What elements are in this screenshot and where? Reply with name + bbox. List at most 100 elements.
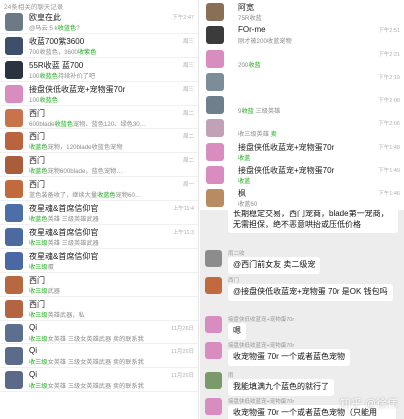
- chat-list-item[interactable]: 接盘侠低收蓝宠+宠物蛋70r 收蓝 下午1:48: [200, 140, 404, 163]
- preview-text: 100: [29, 96, 40, 104]
- sender-avatar[interactable]: [205, 342, 222, 359]
- timestamp: 11月26日: [171, 349, 194, 356]
- keyword-highlight: 收紫色: [77, 48, 97, 56]
- message-preview: 收三级英雄武器，私: [29, 310, 196, 319]
- search-result-row[interactable]: 西门 收蓝色宠物，120blade收蓝色宠物 周二: [0, 129, 198, 154]
- search-result-row[interactable]: 接盘侠低收蓝宠+宠物蛋70r 100收蓝色 周三: [0, 82, 198, 106]
- search-result-row[interactable]: 欧皇在此 @马云 5 k收蓝色? 下午2:47: [0, 10, 198, 34]
- chat-name: Qi: [29, 322, 37, 332]
- avatar: [206, 26, 224, 45]
- avatar: [5, 204, 23, 223]
- avatar: [206, 166, 224, 185]
- avatar: [5, 275, 23, 294]
- group-chat-panel: 长期稳定交易，西门宠商，blade第一宠商，无需担保，绝不恶意哄抬或压低价格 雨…: [200, 210, 404, 419]
- sender-name: 接盘侠低收蓝宠+宠物蛋70r: [228, 399, 295, 405]
- preview-text: 收三级英雄: [238, 131, 271, 139]
- preview-text: 英雄 三级英雄武器: [47, 216, 99, 224]
- keyword-highlight: 收蓝色: [29, 168, 48, 176]
- message-preview: 收蓝色宠物，120blade收蓝色宠物: [29, 142, 196, 151]
- message-bubble[interactable]: 收宠物蛋 70r 一个或者蓝色宠物: [228, 349, 351, 366]
- search-result-row[interactable]: 西门 600blade收蓝色宠物、蓝色120、绿色30… 周二: [0, 106, 198, 130]
- message-preview: 收蓝: [238, 176, 402, 185]
- timestamp: 周二: [182, 158, 194, 165]
- chat-name: 收蓝700紫3600: [29, 36, 85, 46]
- results-count-header: 24条相关的聊天记录: [4, 4, 64, 11]
- search-results-panel: 24条相关的聊天记录 欧皇在此 @马云 5 k收蓝色? 下午2:47 收蓝700紫36…: [0, 0, 199, 419]
- search-result-row[interactable]: 西门 收三级武器: [0, 273, 198, 297]
- timestamp: 周二: [182, 134, 194, 141]
- chat-list-item[interactable]: 阿宽 75R收蓝: [200, 0, 404, 23]
- timestamp: 上午11:3: [172, 230, 194, 237]
- sender-avatar[interactable]: [205, 277, 222, 294]
- timestamp: 下午1:48: [378, 144, 400, 151]
- chat-name: 阿宽: [238, 3, 254, 12]
- preview-text: 英雄武器，私: [47, 311, 85, 319]
- timestamp: 下午1:46: [378, 191, 400, 198]
- keyword-highlight: 收三级: [29, 311, 48, 319]
- search-result-row[interactable]: 西门 收蓝色宠物600blade，蓝色宠物… 周二: [0, 153, 198, 178]
- keyword-highlight: 收蓝色: [97, 192, 116, 200]
- preview-text: 刚才被200收蓝宠物: [238, 38, 292, 46]
- message-preview: 200收蓝: [238, 60, 402, 69]
- search-result-row[interactable]: Qi 收三级女英雄 三级女英雄武器 卖的联系我 11月26日: [0, 368, 198, 393]
- search-result-row[interactable]: Qi 收三级女英雄 三级女英雄武器 卖的联系我 11月26日: [0, 344, 198, 369]
- search-result-row[interactable]: 55R收蓝 蓝700 100收蓝色持续补价了吧 周三: [0, 58, 198, 82]
- message-bubble[interactable]: @接盘侠低收蓝宠+宠物蛋 70r 是OK 钱包吗: [228, 284, 393, 301]
- message-bubble[interactable]: @西门前女友 卖二级宠: [228, 257, 321, 274]
- keyword-highlight: 收蓝: [241, 108, 254, 116]
- search-result-row[interactable]: 西门 收三级英雄武器，私: [0, 297, 198, 321]
- timestamp: 下午2:21: [378, 51, 400, 58]
- search-result-row[interactable]: 西门 蓝色装备收了，继续大量收蓝色宠物60… 周一: [0, 177, 198, 202]
- preview-text: 武器: [47, 287, 60, 295]
- message-bubble[interactable]: 嗯: [228, 323, 246, 340]
- avatar: [206, 142, 224, 161]
- avatar: [5, 36, 23, 55]
- timestamp: 11月26日: [171, 325, 194, 332]
- preview-text: ?: [76, 25, 80, 32]
- search-result-row[interactable]: 夜星魂&首席信仰官 收蓝色英雄 三级英雄武器 上午11:4: [0, 201, 198, 226]
- preview-text: 收蓝60: [238, 201, 258, 209]
- message-preview: 75R收蓝: [238, 13, 402, 22]
- avatar: [5, 180, 23, 199]
- preview-text: 宠物60…: [115, 192, 142, 200]
- message-preview: 收三级英雄 三级英雄武器: [29, 238, 196, 247]
- chat-name: 枫: [238, 189, 246, 199]
- message-preview: 收三级女英雄 三级女英雄武器 卖的联系我: [29, 381, 196, 390]
- sender-name: 接盘侠低收蓝宠+宠物蛋70r: [228, 317, 295, 323]
- chat-list-item[interactable]: FOr-me 刚才被200收蓝宠物 下午2:51: [200, 23, 404, 46]
- sender-avatar[interactable]: [205, 372, 222, 389]
- keyword-highlight: 收三级: [29, 287, 48, 295]
- chat-list-item[interactable]: 200收蓝 下午2:21: [200, 47, 404, 70]
- avatar: [5, 251, 23, 270]
- preview-text: 蛋: [47, 263, 54, 271]
- sender-avatar[interactable]: [205, 316, 222, 333]
- search-result-row[interactable]: 夜星魂&首席信仰官 收三级蛋: [0, 249, 198, 273]
- chat-list-item[interactable]: 接盘侠低收蓝宠+宠物蛋70r 收蓝 下午1:49: [200, 163, 404, 186]
- chat-name: FOr-me: [238, 25, 266, 35]
- keyword-highlight: 收三级: [29, 263, 48, 271]
- chat-list-item[interactable]: 9收蓝 三级英雄 下午2:08: [200, 93, 404, 116]
- message-preview: 收三级女英雄 三级女英雄武器 卖的联系我: [29, 357, 196, 366]
- search-result-row[interactable]: 收蓝700紫3600 700收蓝色，3600收紫色 周三: [0, 34, 198, 58]
- avatar: [5, 108, 23, 127]
- avatar: [5, 371, 23, 390]
- keyword-highlight: 收蓝色: [54, 120, 74, 128]
- message-preview: @马云 5 k收蓝色?: [29, 23, 196, 32]
- chat-name: Qi: [29, 370, 37, 380]
- timestamp: 周三: [182, 62, 194, 69]
- avatar: [5, 84, 23, 103]
- sender-avatar[interactable]: [205, 398, 222, 415]
- sender-avatar[interactable]: [205, 250, 222, 267]
- chat-list-item[interactable]: 枫收蓝60 下午1:46: [200, 186, 404, 209]
- avatar: [206, 189, 224, 208]
- message-bubble[interactable]: 我能填满九个蓝色的就行了: [228, 379, 334, 396]
- avatar: [5, 299, 23, 318]
- avatar: [5, 323, 23, 342]
- preview-text: 100: [29, 72, 40, 80]
- search-result-row[interactable]: 夜星魂&首席信仰官 收三级英雄 三级英雄武器 上午11:3: [0, 225, 198, 249]
- keyword-highlight: 收蓝: [238, 154, 251, 162]
- search-result-row[interactable]: Qi 收三级女英雄 三级女英雄武器 卖的联系我 11月26日: [0, 321, 198, 345]
- chat-list-item[interactable]: 收三级英雄 卖下午2:06: [200, 116, 404, 139]
- sender-name: 雨二收: [228, 251, 245, 257]
- chat-list-item[interactable]: 下午2:19: [200, 70, 404, 93]
